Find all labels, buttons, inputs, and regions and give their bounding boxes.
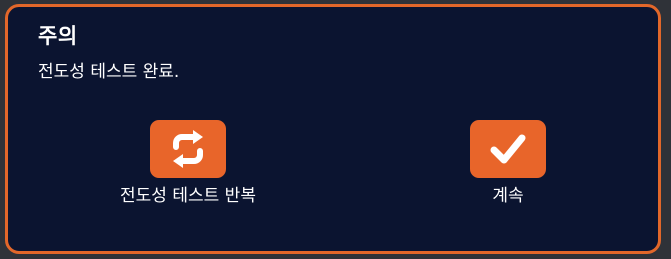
- dialog-message: 전도성 테스트 완료.: [38, 62, 180, 82]
- repeat-conductivity-test-label: 전도성 테스트 반복: [120, 186, 256, 206]
- attention-dialog: 주의 전도성 테스트 완료. 전도성 테스트 반복 계속: [5, 4, 661, 254]
- repeat-conductivity-test-button[interactable]: 전도성 테스트 반복: [88, 120, 288, 206]
- checkmark-icon[interactable]: [470, 120, 546, 178]
- continue-button[interactable]: 계속: [428, 120, 588, 206]
- continue-label: 계속: [492, 186, 524, 206]
- repeat-icon[interactable]: [150, 120, 226, 178]
- dialog-title: 주의: [38, 24, 78, 48]
